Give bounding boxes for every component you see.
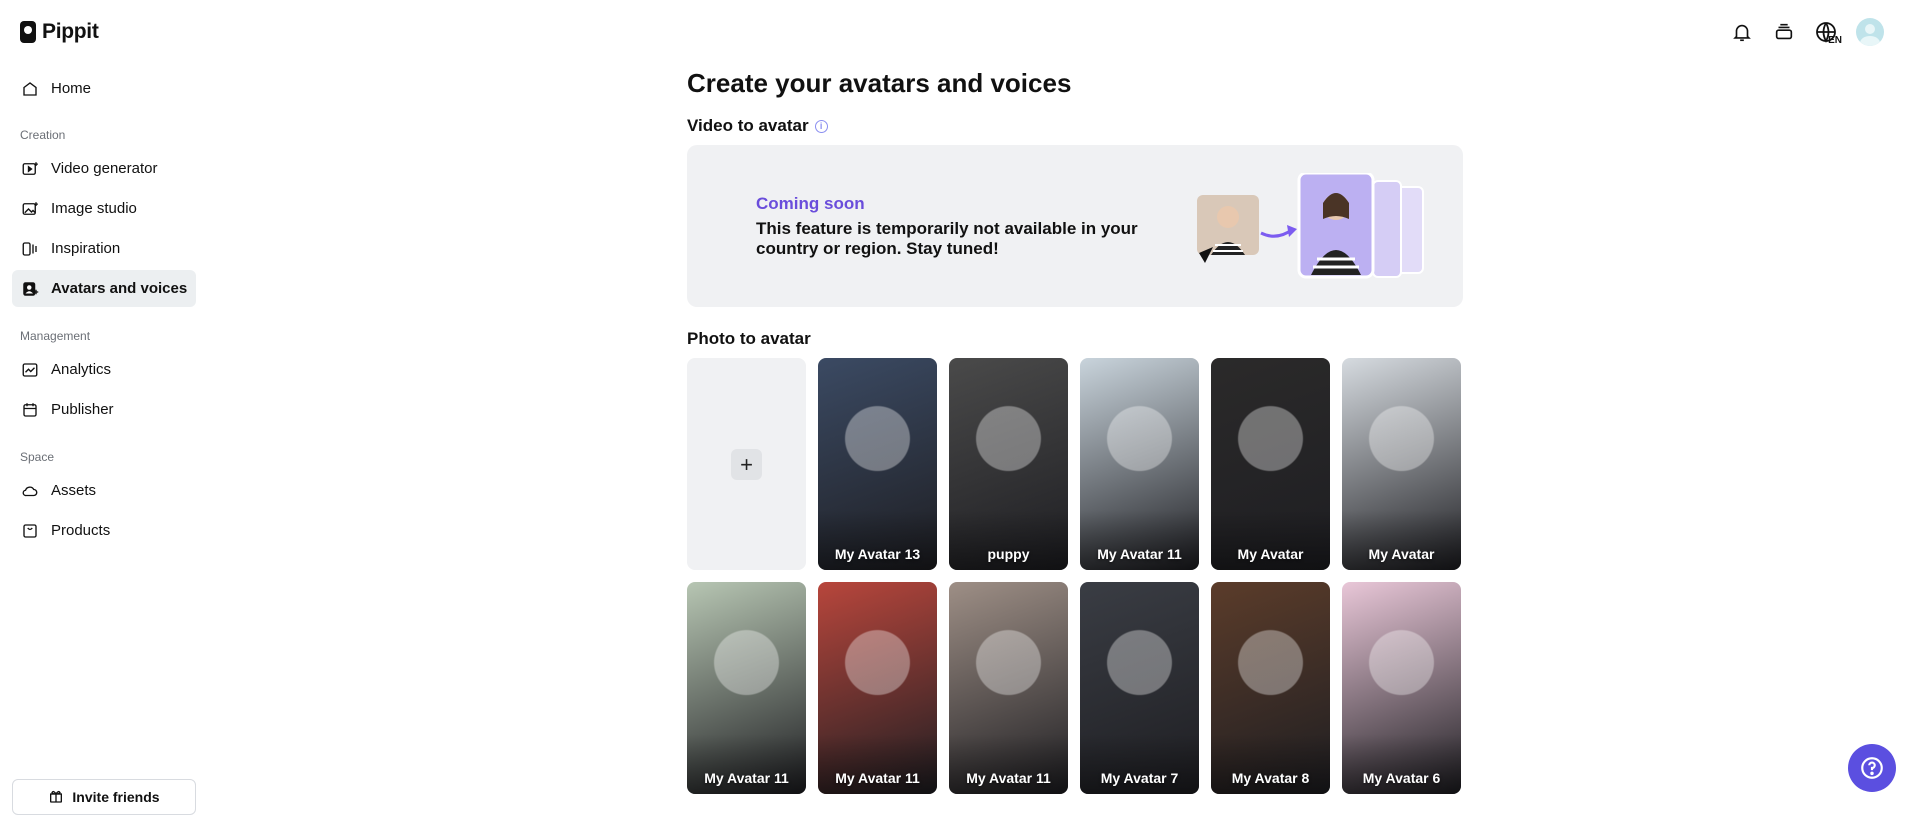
invite-friends-button[interactable]: Invite friends	[12, 779, 196, 815]
nav-publisher[interactable]: Publisher	[12, 391, 196, 428]
language-selector[interactable]: EN	[1814, 20, 1842, 46]
avatar-card[interactable]: My Avatar	[1211, 358, 1330, 570]
nav-video-generator[interactable]: Video generator	[12, 150, 196, 187]
video-plus-icon	[21, 160, 39, 178]
plus-icon: +	[731, 449, 762, 480]
nav-image-studio[interactable]: Image studio	[12, 190, 196, 227]
product-icon	[21, 522, 39, 540]
photo-to-avatar-label: Photo to avatar	[687, 329, 811, 348]
coming-soon-label: Coming soon	[756, 194, 865, 213]
avatar-name: My Avatar 11	[704, 770, 789, 786]
avatar-name: puppy	[987, 546, 1030, 562]
user-avatar[interactable]	[1856, 18, 1884, 46]
invite-friends-label: Invite friends	[72, 789, 160, 805]
image-plus-icon	[21, 200, 39, 218]
question-icon	[1861, 757, 1883, 779]
nav-products[interactable]: Products	[12, 512, 196, 549]
video-to-avatar-illustration	[1197, 173, 1424, 279]
avatar-card[interactable]: My Avatar	[1342, 358, 1461, 570]
avatar-name: My Avatar 11	[966, 770, 1051, 786]
home-icon	[21, 80, 39, 98]
avatar-name: My Avatar 13	[834, 546, 921, 562]
photo-to-avatar-heading: Photo to avatar	[687, 329, 811, 349]
avatar-card[interactable]: My Avatar 7	[1080, 582, 1199, 794]
help-button[interactable]	[1848, 744, 1896, 792]
avatar-card[interactable]: My Avatar 11	[1080, 358, 1199, 570]
avatar-name: My Avatar 6	[1362, 770, 1441, 786]
inspiration-icon	[21, 240, 39, 258]
avatar-card[interactable]: My Avatar 11	[949, 582, 1068, 794]
avatar-icon	[21, 280, 39, 298]
nav-analytics[interactable]: Analytics	[12, 351, 196, 388]
avatar-card[interactable]: My Avatar 11	[687, 582, 806, 794]
avatar-name: My Avatar 11	[1097, 546, 1182, 562]
video-to-avatar-heading: Video to avatar i	[687, 116, 828, 136]
nav-inspiration-label: Inspiration	[51, 240, 121, 257]
logo-text: Pippit	[42, 20, 99, 43]
top-bar-actions: EN	[1730, 18, 1884, 46]
sidebar: Pippit Home Creation Video generator Ima…	[0, 0, 205, 815]
coming-soon-banner: Coming soon This feature is temporarily …	[687, 145, 1463, 307]
avatar-name: My Avatar 11	[835, 770, 920, 786]
nav-publisher-label: Publisher	[51, 401, 114, 418]
page-title: Create your avatars and voices	[687, 68, 1072, 98]
nav-assets-label: Assets	[51, 482, 97, 499]
nav-home-label: Home	[51, 80, 92, 97]
pippit-logo[interactable]: Pippit	[20, 20, 99, 44]
avatar-card[interactable]: My Avatar 11	[818, 582, 937, 794]
nav-avatars-and-voices[interactable]: Avatars and voices	[12, 270, 196, 307]
section-creation: Creation	[20, 128, 66, 142]
layers-icon[interactable]	[1772, 20, 1796, 44]
nav-assets[interactable]: Assets	[12, 472, 196, 509]
analytics-icon	[21, 361, 39, 379]
avatar-name: My Avatar 7	[1100, 770, 1179, 786]
avatar-name: My Avatar 8	[1231, 770, 1310, 786]
section-management: Management	[20, 329, 91, 343]
nav-video-generator-label: Video generator	[51, 160, 158, 177]
avatar-card[interactable]: puppy	[949, 358, 1068, 570]
calendar-icon	[21, 401, 39, 419]
add-avatar-card[interactable]: +	[687, 358, 806, 570]
video-to-avatar-label: Video to avatar	[687, 116, 809, 135]
gift-icon	[48, 788, 64, 807]
avatar-name: My Avatar	[1368, 546, 1435, 562]
nav-inspiration[interactable]: Inspiration	[12, 230, 196, 267]
language-code: EN	[1828, 35, 1842, 46]
nav-avatars-and-voices-label: Avatars and voices	[51, 280, 188, 297]
nav-analytics-label: Analytics	[51, 361, 112, 378]
avatar-grid-row-1: + My Avatar 13 puppy My Avatar 11 My Ava…	[687, 358, 1463, 570]
avatar-name: My Avatar	[1237, 546, 1304, 562]
unavailable-message: This feature is temporarily not availabl…	[756, 219, 1138, 258]
avatar-grid-row-2: My Avatar 11 My Avatar 11 My Avatar 11 M…	[687, 582, 1463, 794]
nav-products-label: Products	[51, 522, 111, 539]
info-icon[interactable]: i	[814, 119, 828, 133]
bell-icon[interactable]	[1730, 20, 1754, 44]
nav-image-studio-label: Image studio	[51, 200, 137, 217]
avatar-card[interactable]: My Avatar 8	[1211, 582, 1330, 794]
cloud-icon	[21, 482, 39, 500]
section-space: Space	[20, 450, 55, 464]
nav-home[interactable]: Home	[12, 70, 196, 107]
logo-icon	[20, 21, 36, 43]
avatar-card[interactable]: My Avatar 6	[1342, 582, 1461, 794]
avatar-card[interactable]: My Avatar 13	[818, 358, 937, 570]
